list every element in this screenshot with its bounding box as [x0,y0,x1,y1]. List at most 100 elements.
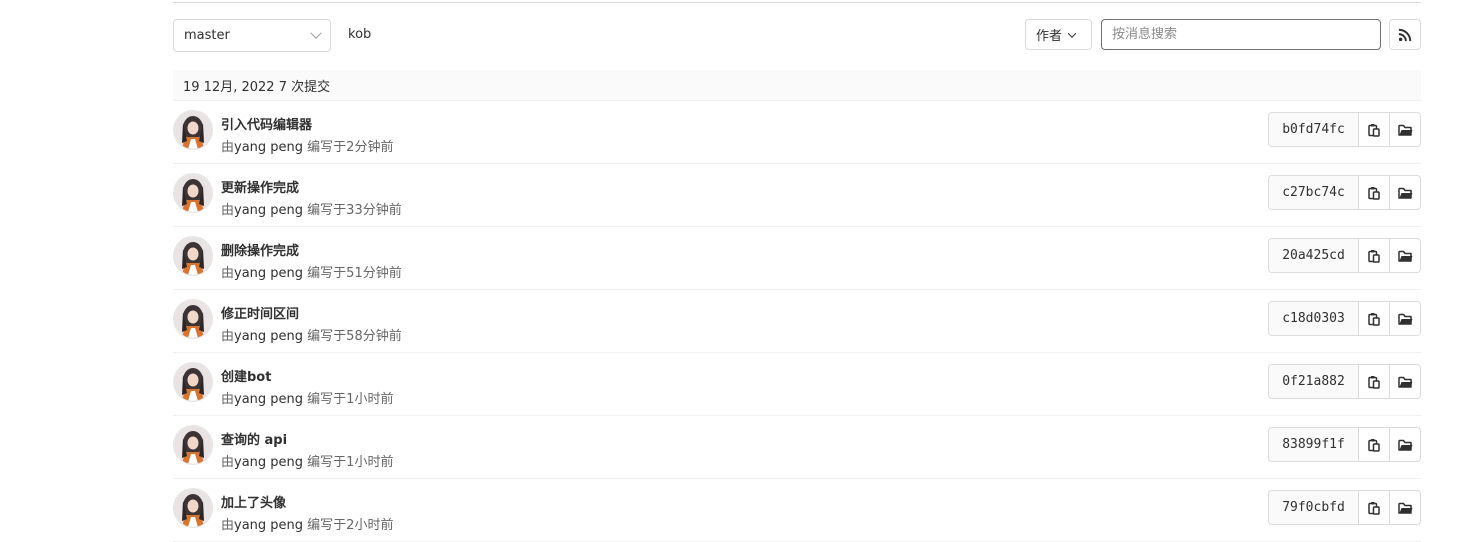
folder-icon [1397,313,1412,325]
commit-time: 编写于58分钟前 [303,329,402,344]
commit-time: 编写于51分钟前 [303,266,402,281]
commit-time: 编写于1小时前 [303,455,394,470]
commit-row: 删除操作完成 由yang peng 编写于51分钟前 20a425cd [173,227,1421,290]
commit-time: 编写于2分钟前 [303,140,394,155]
folder-icon [1397,439,1412,451]
folder-icon [1397,376,1412,388]
chevron-down-icon [1067,28,1077,38]
commit-sha-button[interactable]: 20a425cd [1269,239,1359,272]
commit-row: 修正时间区间 由yang peng 编写于58分钟前 c18d0303 [173,290,1421,353]
copy-sha-button[interactable] [1359,428,1390,461]
commit-author-link[interactable]: yang peng [234,392,303,407]
commit-author-link[interactable]: yang peng [234,329,303,344]
commit-title[interactable]: 修正时间区间 [221,303,299,322]
avatar[interactable] [174,489,212,527]
commit-row: 创建bot 由yang peng 编写于1小时前 0f21a882 [173,353,1421,416]
avatar[interactable] [174,300,212,338]
rss-icon [1398,28,1412,41]
commit-title[interactable]: 创建bot [221,366,271,385]
browse-files-button[interactable] [1390,491,1420,524]
avatar[interactable] [174,174,212,212]
commit-meta: 由yang peng 编写于2分钟前 [221,136,393,155]
browse-files-button[interactable] [1390,176,1420,209]
commit-title[interactable]: 删除操作完成 [221,240,299,259]
clipboard-icon [1368,438,1380,452]
commit-author-link[interactable]: yang peng [234,455,303,470]
commit-sha-group: 0f21a882 [1268,364,1421,399]
commit-sha-button[interactable]: c18d0303 [1269,302,1359,335]
folder-icon [1397,124,1412,136]
commit-sha-button[interactable]: c27bc74c [1269,176,1359,209]
commit-title[interactable]: 加上了头像 [221,492,286,511]
commit-meta: 由yang peng 编写于2小时前 [221,514,393,533]
commit-title[interactable]: 引入代码编辑器 [221,114,312,133]
browse-files-button[interactable] [1390,365,1420,398]
commit-meta: 由yang peng 编写于1小时前 [221,451,393,470]
commit-sha-group: b0fd74fc [1268,112,1421,147]
avatar[interactable] [174,363,212,401]
commit-sha-button[interactable]: 83899f1f [1269,428,1359,461]
copy-sha-button[interactable] [1359,365,1390,398]
commit-sha-button[interactable]: 79f0cbfd [1269,491,1359,524]
commit-meta: 由yang peng 编写于33分钟前 [221,199,402,218]
copy-sha-button[interactable] [1359,491,1390,524]
folder-icon [1397,187,1412,199]
clipboard-icon [1368,312,1380,326]
branch-selector[interactable]: master [173,19,331,52]
commit-row: 查询的 api 由yang peng 编写于1小时前 83899f1f [173,416,1421,479]
browse-files-button[interactable] [1390,302,1420,335]
folder-icon [1397,250,1412,262]
top-divider [173,2,1421,3]
commit-author-link[interactable]: yang peng [234,203,303,218]
commit-sha-group: 79f0cbfd [1268,490,1421,525]
author-filter-button[interactable]: 作者 [1025,19,1092,50]
commit-search-input[interactable] [1101,19,1381,50]
commit-list: 引入代码编辑器 由yang peng 编写于2分钟前 b0fd74fc 更新操作… [173,101,1421,542]
commit-sha-group: 83899f1f [1268,427,1421,462]
clipboard-icon [1368,123,1380,137]
copy-sha-button[interactable] [1359,176,1390,209]
project-name: kob [348,27,372,42]
commit-sha-button[interactable]: b0fd74fc [1269,113,1359,146]
commit-author-prefix: 由 [221,266,235,281]
commit-time: 编写于33分钟前 [303,203,402,218]
commit-author-prefix: 由 [221,392,235,407]
avatar[interactable] [174,237,212,275]
clipboard-icon [1368,501,1380,515]
commit-meta: 由yang peng 编写于1小时前 [221,388,393,407]
folder-icon [1397,502,1412,514]
commit-title[interactable]: 查询的 api [221,429,287,448]
chevron-down-icon [310,27,322,39]
commit-row: 加上了头像 由yang peng 编写于2小时前 79f0cbfd [173,479,1421,542]
commit-sha-button[interactable]: 0f21a882 [1269,365,1359,398]
rss-feed-button[interactable] [1389,19,1421,50]
commit-meta: 由yang peng 编写于58分钟前 [221,325,402,344]
commit-row: 引入代码编辑器 由yang peng 编写于2分钟前 b0fd74fc [173,101,1421,164]
commit-day-label: 19 12月, 2022 7 次提交 [183,79,331,95]
commit-author-link[interactable]: yang peng [234,518,303,533]
copy-sha-button[interactable] [1359,113,1390,146]
commit-sha-group: c18d0303 [1268,301,1421,336]
clipboard-icon [1368,249,1380,263]
avatar[interactable] [174,111,212,149]
browse-files-button[interactable] [1390,239,1420,272]
commit-sha-group: 20a425cd [1268,238,1421,273]
browse-files-button[interactable] [1390,428,1420,461]
branch-selector-label: master [184,28,230,43]
copy-sha-button[interactable] [1359,239,1390,272]
browse-files-button[interactable] [1390,113,1420,146]
commit-author-link[interactable]: yang peng [234,140,303,155]
avatar[interactable] [174,426,212,464]
commit-author-prefix: 由 [221,518,235,533]
commit-title[interactable]: 更新操作完成 [221,177,299,196]
clipboard-icon [1368,186,1380,200]
clipboard-icon [1368,375,1380,389]
commit-sha-group: c27bc74c [1268,175,1421,210]
commit-day-header: 19 12月, 2022 7 次提交 [173,70,1421,101]
commit-author-link[interactable]: yang peng [234,266,303,281]
commit-time: 编写于1小时前 [303,392,394,407]
commit-author-prefix: 由 [221,140,235,155]
commit-author-prefix: 由 [221,203,235,218]
commit-row: 更新操作完成 由yang peng 编写于33分钟前 c27bc74c [173,164,1421,227]
copy-sha-button[interactable] [1359,302,1390,335]
